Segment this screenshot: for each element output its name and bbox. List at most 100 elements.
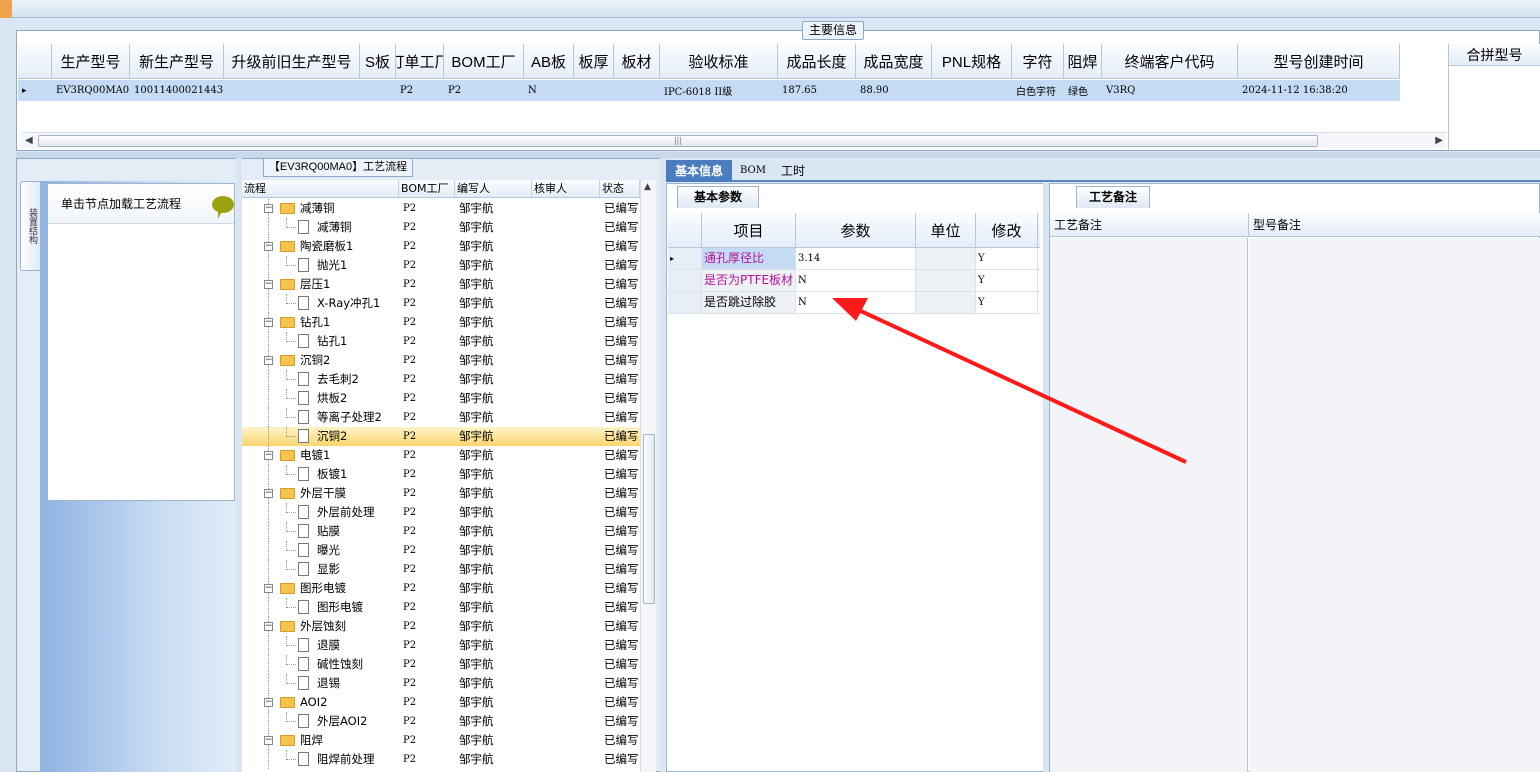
tree-writer-cell[interactable]: 邹宇航: [455, 617, 532, 636]
tree-bom-cell[interactable]: P2: [399, 294, 455, 313]
side-tab-structure[interactable]: 装置结构: [20, 181, 42, 271]
tree-node[interactable]: − 电镀1: [242, 446, 399, 465]
tree-writer-cell[interactable]: 邹宇航: [455, 408, 532, 427]
tree-reviewer-cell[interactable]: [532, 218, 600, 237]
main-cell[interactable]: [360, 80, 396, 101]
main-cell[interactable]: [614, 80, 660, 101]
param-edit[interactable]: Y: [976, 248, 1038, 269]
tree-status-cell[interactable]: 已编写: [600, 427, 640, 446]
tree-bom-cell[interactable]: P2: [399, 693, 455, 712]
tree-row[interactable]: − 图形电镀 P2 邹宇航 已编写: [242, 579, 640, 598]
main-col-header[interactable]: 生产型号: [52, 44, 130, 79]
main-col-header[interactable]: 阻焊: [1064, 44, 1102, 79]
tree-reviewer-cell[interactable]: [532, 560, 600, 579]
tree-reviewer-cell[interactable]: [532, 294, 600, 313]
tree-bom-cell[interactable]: P2: [399, 674, 455, 693]
tree-row[interactable]: − 层压1 P2 邹宇航 已编写: [242, 275, 640, 294]
tree-bom-cell[interactable]: P2: [399, 560, 455, 579]
collapse-icon[interactable]: −: [264, 698, 273, 707]
scroll-left-icon[interactable]: ◀: [25, 135, 33, 146]
tree-writer-cell[interactable]: 邹宇航: [455, 256, 532, 275]
tree-node[interactable]: 等离子处理2: [242, 408, 399, 427]
tree-writer-cell[interactable]: 邹宇航: [455, 598, 532, 617]
main-cell[interactable]: [224, 80, 360, 101]
tree-row[interactable]: 阻焊前处理 P2 邹宇航 已编写: [242, 750, 640, 769]
main-col-header[interactable]: 字符: [1012, 44, 1064, 79]
tree-bom-cell[interactable]: P2: [399, 351, 455, 370]
tree-node[interactable]: − 层压1: [242, 275, 399, 294]
tree-writer-cell[interactable]: 邹宇航: [455, 275, 532, 294]
tree-status-cell[interactable]: 已编写: [600, 370, 640, 389]
tree-reviewer-cell[interactable]: [532, 427, 600, 446]
tree-status-cell[interactable]: 已编写: [600, 579, 640, 598]
main-cell[interactable]: N: [524, 80, 574, 101]
tree-bom-cell[interactable]: P2: [399, 237, 455, 256]
tree-row[interactable]: − 沉铜2 P2 邹宇航 已编写: [242, 351, 640, 370]
main-col-header[interactable]: AB板: [524, 44, 574, 79]
param-col-header[interactable]: 参数: [796, 213, 916, 247]
tree-col-header[interactable]: 编写人: [455, 180, 532, 197]
tree-reviewer-cell[interactable]: [532, 522, 600, 541]
tree-reviewer-cell[interactable]: [532, 655, 600, 674]
tree-bom-cell[interactable]: P2: [399, 655, 455, 674]
tree-status-cell[interactable]: 已编写: [600, 218, 640, 237]
param-row[interactable]: 是否跳过除胶 N Y: [668, 292, 1040, 314]
tree-row[interactable]: − 电镀1 P2 邹宇航 已编写: [242, 446, 640, 465]
tree-row[interactable]: 钻孔1 P2 邹宇航 已编写: [242, 332, 640, 351]
tree-row[interactable]: 烘板2 P2 邹宇航 已编写: [242, 389, 640, 408]
tree-bom-cell[interactable]: P2: [399, 750, 455, 769]
tree-reviewer-cell[interactable]: [532, 484, 600, 503]
tree-reviewer-cell[interactable]: [532, 237, 600, 256]
tree-reviewer-cell[interactable]: [532, 636, 600, 655]
tree-writer-cell[interactable]: 邹宇航: [455, 636, 532, 655]
tree-node[interactable]: 烘板2: [242, 389, 399, 408]
main-col-header[interactable]: 板厚: [574, 44, 614, 79]
tree-bom-cell[interactable]: P2: [399, 503, 455, 522]
tree-status-cell[interactable]: 已编写: [600, 712, 640, 731]
collapse-icon[interactable]: −: [264, 318, 273, 327]
tree-node[interactable]: 阻焊前处理: [242, 750, 399, 769]
tree-node[interactable]: X-Ray冲孔1: [242, 294, 399, 313]
tree-col-header[interactable]: BOM工厂: [399, 180, 455, 197]
tree-reviewer-cell[interactable]: [532, 446, 600, 465]
tree-status-cell[interactable]: 已编写: [600, 484, 640, 503]
param-unit[interactable]: [916, 270, 976, 291]
collapse-icon[interactable]: −: [264, 451, 273, 460]
main-col-header[interactable]: 型号创建时间: [1238, 44, 1400, 79]
tree-col-header[interactable]: 状态: [600, 180, 640, 197]
tree-bom-cell[interactable]: P2: [399, 256, 455, 275]
main-cell[interactable]: 10011400021443: [130, 80, 224, 101]
param-value[interactable]: 3.14: [796, 248, 916, 269]
main-cell[interactable]: EV3RQ00MA0: [52, 80, 130, 101]
process-note-field[interactable]: [1050, 238, 1248, 772]
tree-vertical-scrollbar[interactable]: ▲: [640, 180, 656, 772]
tree-row[interactable]: 抛光1 P2 邹宇航 已编写: [242, 256, 640, 275]
tree-node[interactable]: 外层前处理: [242, 503, 399, 522]
tree-bom-cell[interactable]: P2: [399, 465, 455, 484]
tree-node[interactable]: 退膜: [242, 636, 399, 655]
main-cell[interactable]: P2: [396, 80, 444, 101]
tree-reviewer-cell[interactable]: [532, 332, 600, 351]
tree-row[interactable]: − 减薄铜 P2 邹宇航 已编写: [242, 199, 640, 218]
tree-row[interactable]: 减薄铜 P2 邹宇航 已编写: [242, 218, 640, 237]
tree-writer-cell[interactable]: 邹宇航: [455, 218, 532, 237]
tree-writer-cell[interactable]: 邹宇航: [455, 560, 532, 579]
param-row[interactable]: ▸ 通孔厚径比 3.14 Y: [668, 248, 1040, 270]
tree-reviewer-cell[interactable]: [532, 693, 600, 712]
tree-bom-cell[interactable]: P2: [399, 636, 455, 655]
tree-row[interactable]: 板镀1 P2 邹宇航 已编写: [242, 465, 640, 484]
tree-bom-cell[interactable]: P2: [399, 199, 455, 218]
tree-bom-cell[interactable]: P2: [399, 389, 455, 408]
tree-node[interactable]: 外层AOI2: [242, 712, 399, 731]
main-horizontal-scrollbar[interactable]: ◀ ||| ▶: [22, 132, 1446, 148]
tree-row[interactable]: 图形电镀 P2 邹宇航 已编写: [242, 598, 640, 617]
load-flow-button[interactable]: 单击节点加载工艺流程: [48, 184, 234, 224]
tree-writer-cell[interactable]: 邹宇航: [455, 503, 532, 522]
tab-basic-info[interactable]: 基本信息: [666, 160, 732, 182]
collapse-icon[interactable]: −: [264, 204, 273, 213]
tree-reviewer-cell[interactable]: [532, 465, 600, 484]
tree-col-header[interactable]: 流程: [242, 180, 399, 197]
tree-status-cell[interactable]: 已编写: [600, 617, 640, 636]
param-unit[interactable]: [916, 248, 976, 269]
main-cell[interactable]: 187.65: [778, 80, 856, 101]
